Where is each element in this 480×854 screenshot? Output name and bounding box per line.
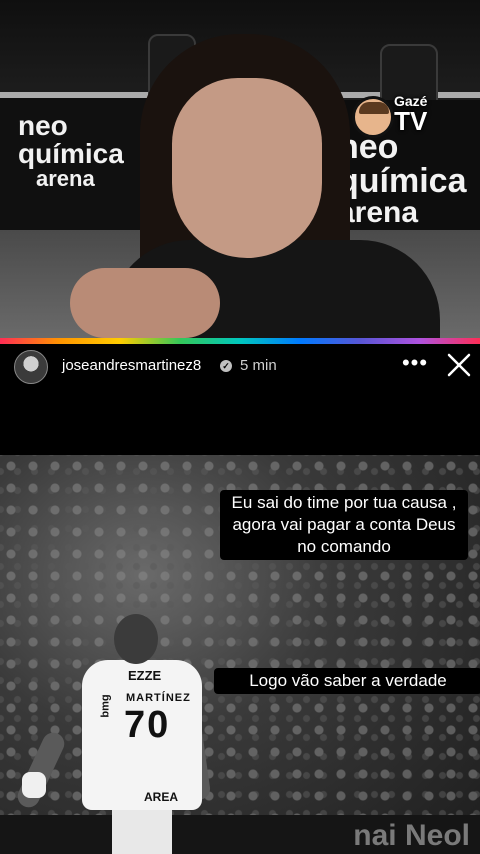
arena-logo-right: neo química arena: [338, 130, 466, 228]
verified-badge-icon: ✓: [220, 360, 232, 372]
jersey-name: MARTÍNEZ: [126, 692, 191, 704]
presenter-face: [172, 78, 322, 258]
story-caption-1: Eu sai do time por tua causa , agora vai…: [220, 490, 468, 560]
presenter-hand: [70, 268, 220, 338]
player-glove: [22, 772, 46, 798]
arena-logo-line: neo: [18, 110, 68, 141]
close-button[interactable]: [444, 350, 474, 380]
jersey-number: 70: [124, 704, 171, 746]
player-head: [114, 614, 158, 664]
channel-logo: Gazé TV: [352, 94, 438, 140]
arena-logo-line: química: [18, 138, 124, 169]
avatar[interactable]: [14, 350, 48, 384]
jersey-side-sponsor: bmg: [99, 694, 112, 718]
mascot-face-icon: [352, 96, 394, 138]
top-video[interactable]: neo química arena neo química arena Gazé…: [0, 0, 480, 338]
more-horizontal-icon: •••: [401, 350, 429, 375]
more-options-button[interactable]: •••: [400, 350, 430, 380]
advertising-board-text: nai Neol: [353, 819, 470, 852]
jersey-sponsor: EZZE: [128, 668, 162, 683]
jersey-area-sponsor: AREA: [144, 790, 179, 804]
story-caption-2: Logo vão saber a verdade: [214, 668, 480, 694]
channel-logo-bottom: TV: [394, 106, 428, 136]
story-header: joseandresmartinez8 ✓ 5 min •••: [0, 344, 480, 388]
arena-logo-line: arena: [36, 166, 95, 191]
arena-logo-line: arena: [338, 196, 419, 229]
channel-logo-text: Gazé TV: [394, 94, 427, 134]
close-icon: [447, 353, 471, 377]
arena-logo-left: neo química arena: [18, 112, 124, 190]
username[interactable]: joseandresmartinez8: [62, 357, 201, 374]
arena-logo-line: química: [338, 162, 467, 200]
post-time: 5 min: [240, 357, 277, 374]
